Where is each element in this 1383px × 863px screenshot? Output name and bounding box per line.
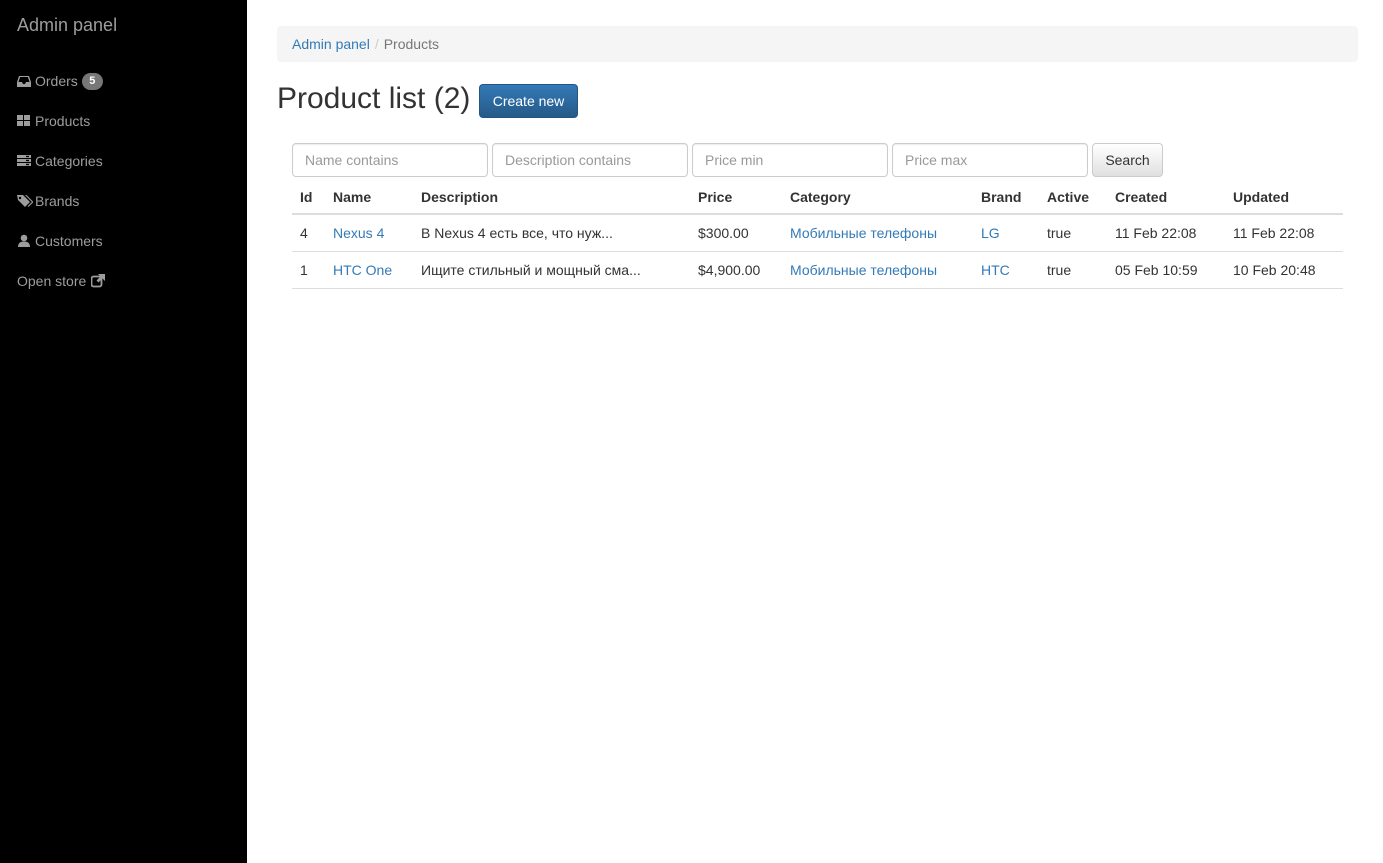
product-created: 05 Feb 10:59 — [1107, 251, 1225, 289]
user-icon — [17, 234, 31, 248]
products-table: Id Name Description Price Category Brand… — [292, 177, 1343, 289]
product-name-link[interactable]: HTC One — [333, 262, 392, 278]
product-description: В Nexus 4 есть все, что нуж... — [413, 214, 690, 252]
column-header-brand[interactable]: Brand — [973, 177, 1039, 215]
app-brand[interactable]: Admin panel — [17, 15, 117, 35]
table-row: 1 HTC One Ищите стильный и мощный сма...… — [292, 251, 1343, 289]
sidebar-item-products[interactable]: Products — [17, 111, 90, 131]
column-header-created[interactable]: Created — [1107, 177, 1225, 215]
grid-icon — [17, 114, 31, 128]
breadcrumb: Admin panel / Products — [277, 26, 1358, 62]
product-active: true — [1039, 214, 1107, 252]
tags-icon — [17, 194, 33, 208]
create-new-button[interactable]: Create new — [479, 84, 578, 118]
breadcrumb-current: Products — [383, 36, 439, 52]
sidebar-item-label: Orders — [35, 73, 78, 89]
product-name-link[interactable]: Nexus 4 — [333, 225, 384, 241]
product-updated: 11 Feb 22:08 — [1225, 214, 1343, 252]
inbox-icon — [17, 74, 31, 88]
sidebar-item-label: Open store — [17, 273, 87, 289]
sidebar-item-label: Brands — [35, 193, 80, 209]
sidebar: Admin panel Orders 5 Products Categories… — [0, 0, 247, 863]
sidebar-item-brands[interactable]: Brands — [17, 191, 79, 211]
stack-icon — [17, 154, 31, 168]
column-header-id[interactable]: Id — [292, 177, 325, 215]
sidebar-item-open-store[interactable]: Open store — [17, 271, 109, 291]
table-row: 4 Nexus 4 В Nexus 4 есть все, что нуж...… — [292, 214, 1343, 252]
page-title: Product list (2) — [277, 82, 471, 115]
product-brand-link[interactable]: HTC — [981, 262, 1010, 278]
product-category-link[interactable]: Мобильные телефоны — [790, 225, 937, 241]
column-header-active[interactable]: Active — [1039, 177, 1107, 215]
name-filter-input[interactable] — [292, 143, 488, 177]
orders-count-badge: 5 — [81, 72, 103, 90]
product-category-link[interactable]: Мобильные телефоны — [790, 262, 937, 278]
column-header-price[interactable]: Price — [690, 177, 782, 215]
external-link-icon — [91, 274, 106, 288]
product-price: $4,900.00 — [690, 251, 782, 289]
table-header-row: Id Name Description Price Category Brand… — [292, 177, 1343, 215]
product-description: Ищите стильный и мощный сма... — [413, 251, 690, 289]
price-min-input[interactable] — [692, 143, 888, 177]
product-updated: 10 Feb 20:48 — [1225, 251, 1343, 289]
product-active: true — [1039, 251, 1107, 289]
column-header-description[interactable]: Description — [413, 177, 690, 215]
breadcrumb-separator: / — [374, 36, 379, 52]
column-header-updated[interactable]: Updated — [1225, 177, 1343, 215]
product-price: $300.00 — [690, 214, 782, 252]
search-button[interactable]: Search — [1092, 143, 1163, 177]
product-id: 4 — [292, 214, 325, 252]
sidebar-item-label: Categories — [35, 153, 103, 169]
sidebar-item-customers[interactable]: Customers — [17, 231, 103, 251]
sidebar-item-orders[interactable]: Orders 5 — [17, 71, 103, 91]
column-header-category[interactable]: Category — [782, 177, 973, 215]
product-created: 11 Feb 22:08 — [1107, 214, 1225, 252]
description-filter-input[interactable] — [492, 143, 688, 177]
sidebar-item-label: Customers — [35, 233, 103, 249]
breadcrumb-root-link[interactable]: Admin panel — [292, 36, 370, 52]
price-max-input[interactable] — [892, 143, 1088, 177]
column-header-name[interactable]: Name — [325, 177, 413, 215]
product-brand-link[interactable]: LG — [981, 225, 1000, 241]
sidebar-item-label: Products — [35, 113, 91, 129]
product-id: 1 — [292, 251, 325, 289]
sidebar-item-categories[interactable]: Categories — [17, 151, 103, 171]
